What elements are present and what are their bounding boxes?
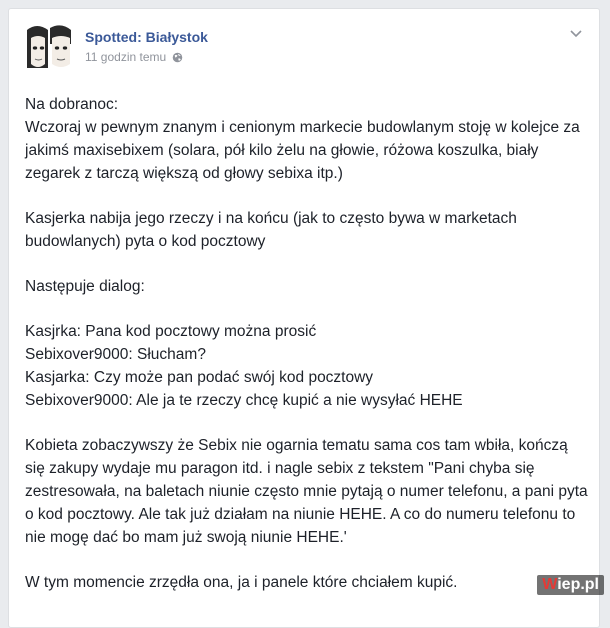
chevron-down-icon[interactable] [569,26,583,40]
post-header: Spotted: Białystok 11 godzin temu [25,24,583,68]
post-card: Spotted: Białystok 11 godzin temu Na dob… [8,8,600,628]
watermark-rest: iep.pl [557,576,599,593]
post-meta: 11 godzin temu [85,50,183,64]
wiep-watermark: Wiep.pl [537,575,604,595]
post-paragraph: W tym momencie zrzędła ona, ja i panele … [25,571,591,594]
post-paragraph: Na dobranoc: Wczoraj w pewnym znanym i c… [25,93,591,185]
post-text: Na dobranoc: Wczoraj w pewnym znanym i c… [25,93,591,616]
post-paragraph: Kobieta zobaczywszy że Sebix nie ogarnia… [25,434,591,549]
post-timestamp[interactable]: 11 godzin temu [85,50,166,64]
globe-icon[interactable] [172,52,183,63]
watermark-prefix: W [542,576,557,593]
post-paragraph: Następuje dialog: [25,275,591,298]
avatar[interactable] [25,24,73,72]
page-name-link[interactable]: Spotted: Białystok [85,29,208,45]
post-paragraph: Kasjerka nabija jego rzeczy i na końcu (… [25,207,591,253]
avatar-faces-icon [25,24,73,72]
post-paragraph: Kasjrka: Pana kod pocztowy można prosić … [25,320,591,412]
